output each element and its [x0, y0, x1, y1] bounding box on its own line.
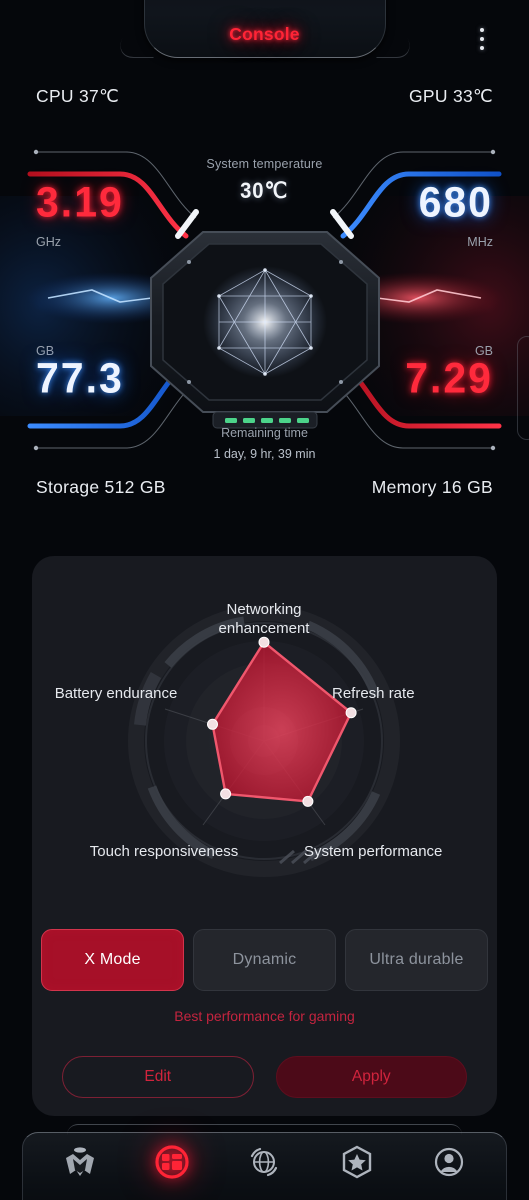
mode-button-dynamic[interactable]: Dynamic: [193, 929, 336, 991]
performance-radar-chart: Networking enhancement Refresh rate Syst…: [32, 556, 497, 906]
community-globe-icon: [251, 1147, 278, 1177]
remaining-time-value: 1 day, 9 hr, 39 min: [213, 447, 316, 461]
app-header: Console: [0, 0, 529, 80]
console-screen: Console CPU 37℃ GPU 33℃ System temperatu…: [0, 0, 529, 1200]
console-icon: [155, 1145, 189, 1179]
storage-free-value: 77.3: [36, 353, 124, 403]
cpu-clock-readout: 3.19 GHz: [36, 177, 124, 249]
action-buttons: Edit Apply: [62, 1056, 467, 1098]
mode-button-x-mode[interactable]: X Mode: [41, 929, 184, 991]
cpu-temperature: CPU 37℃: [36, 86, 120, 106]
armoury-crate-icon: [66, 1147, 95, 1176]
capacity-row: Storage 512 GB Memory 16 GB: [0, 477, 529, 507]
mode-selector: X Mode Dynamic Ultra durable: [41, 929, 488, 991]
remaining-time-label: Remaining time: [221, 426, 308, 440]
gpu-temperature: GPU 33℃: [408, 86, 493, 106]
mode-hint-text: Best performance for gaming: [174, 1008, 355, 1024]
overflow-menu-icon[interactable]: [471, 19, 493, 59]
temperature-row: CPU 37℃ GPU 33℃: [0, 86, 529, 120]
star-badge-icon: [342, 1145, 371, 1179]
radar-axis-label-battery: Battery endurance: [54, 685, 178, 702]
gpu-clock-value: 680: [418, 177, 493, 227]
apply-button[interactable]: Apply: [275, 1056, 467, 1098]
nav-item-community[interactable]: [235, 1136, 293, 1188]
side-edge-tab[interactable]: [517, 336, 529, 440]
page-title: Console: [229, 24, 300, 44]
storage-free-readout: 77.3: [36, 353, 124, 403]
nav-item-profile[interactable]: [420, 1136, 478, 1188]
system-stats-panel: CPU 37℃ GPU 33℃ System temperature 30℃ 3…: [0, 86, 529, 516]
profile-avatar-icon: [434, 1147, 463, 1177]
nav-item-rewards[interactable]: [328, 1136, 386, 1188]
radar-axis-label-system: System performance: [304, 843, 443, 860]
bottom-navigation: [0, 1124, 529, 1200]
gpu-clock-readout: 680 MHz: [418, 177, 493, 249]
nav-item-console[interactable]: [143, 1136, 201, 1188]
storage-total: Storage 512 GB: [36, 477, 166, 497]
nav-item-armoury[interactable]: [51, 1136, 109, 1188]
gpu-clock-unit: MHz: [467, 235, 493, 249]
edit-button[interactable]: Edit: [62, 1056, 254, 1098]
cpu-clock-unit: GHz: [36, 235, 61, 249]
mode-button-ultra-durable[interactable]: Ultra durable: [345, 929, 488, 991]
cpu-clock-value: 3.19: [36, 177, 124, 227]
system-core-icon: [145, 226, 385, 431]
radar-axis-label-networking: Networking enhancement: [218, 601, 310, 637]
memory-free-readout: 7.29: [405, 353, 493, 403]
performance-mode-card: Networking enhancement Refresh rate Syst…: [32, 556, 497, 1116]
radar-axis-label-touch: Touch responsiveness: [89, 843, 239, 860]
radar-axis-label-refresh: Refresh rate: [332, 685, 415, 702]
system-temperature-label: System temperature: [206, 157, 323, 171]
memory-free-value: 7.29: [405, 353, 493, 403]
memory-total: Memory 16 GB: [371, 477, 493, 497]
